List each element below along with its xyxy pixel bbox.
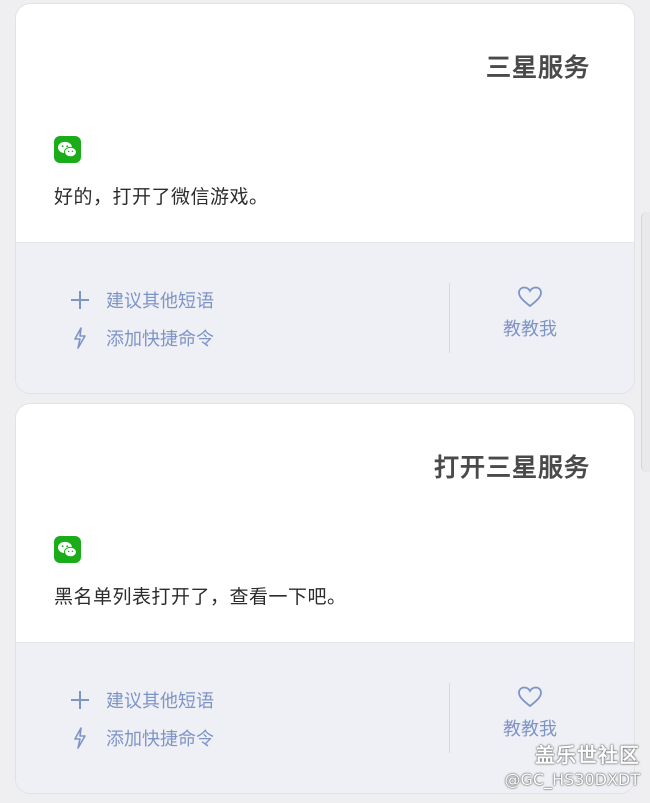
lightning-icon (68, 726, 92, 750)
bixby-card-2: 打开三星服务 黑名单列表打开了，查看一下吧。 建议其他短语 添加快捷命令 教教我 (16, 404, 634, 793)
lightning-icon (68, 326, 92, 350)
watermark-handle: @GC_HS30DXDT (504, 770, 641, 789)
teach-me-button[interactable]: 教教我 (486, 685, 574, 741)
add-shortcut-label: 添加快捷命令 (106, 329, 214, 350)
heart-icon (486, 285, 574, 309)
action-bar: 建议其他短语 添加快捷命令 教教我 (16, 242, 634, 393)
suggest-phrase-label: 建议其他短语 (106, 691, 214, 712)
bixby-reply: 黑名单列表打开了，查看一下吧。 (54, 586, 347, 608)
teach-me-label: 教教我 (503, 319, 557, 340)
add-shortcut-button[interactable]: 添加快捷命令 (68, 725, 214, 751)
bixby-reply: 好的，打开了微信游戏。 (54, 186, 269, 208)
wechat-icon (54, 536, 81, 563)
watermark: 盖乐世社区 @GC_HS30DXDT (505, 739, 641, 789)
teach-me-button[interactable]: 教教我 (486, 285, 574, 341)
user-query: 打开三星服务 (433, 453, 590, 482)
suggest-phrase-button[interactable]: 建议其他短语 (68, 287, 214, 313)
scrollbar[interactable] (641, 212, 650, 472)
wechat-icon (54, 136, 81, 163)
divider (449, 683, 450, 753)
add-shortcut-button[interactable]: 添加快捷命令 (68, 325, 214, 351)
watermark-title: 盖乐世社区 (535, 743, 640, 767)
suggest-phrase-button[interactable]: 建议其他短语 (68, 687, 214, 713)
bixby-card-1: 三星服务 好的，打开了微信游戏。 建议其他短语 添加快捷命令 教教我 (16, 4, 634, 393)
plus-icon (68, 688, 92, 712)
add-shortcut-label: 添加快捷命令 (106, 729, 214, 750)
plus-icon (68, 288, 92, 312)
user-query: 三星服务 (485, 53, 590, 82)
teach-me-label: 教教我 (503, 719, 557, 740)
suggest-phrase-label: 建议其他短语 (106, 291, 214, 312)
divider (449, 283, 450, 353)
heart-icon (486, 685, 574, 709)
